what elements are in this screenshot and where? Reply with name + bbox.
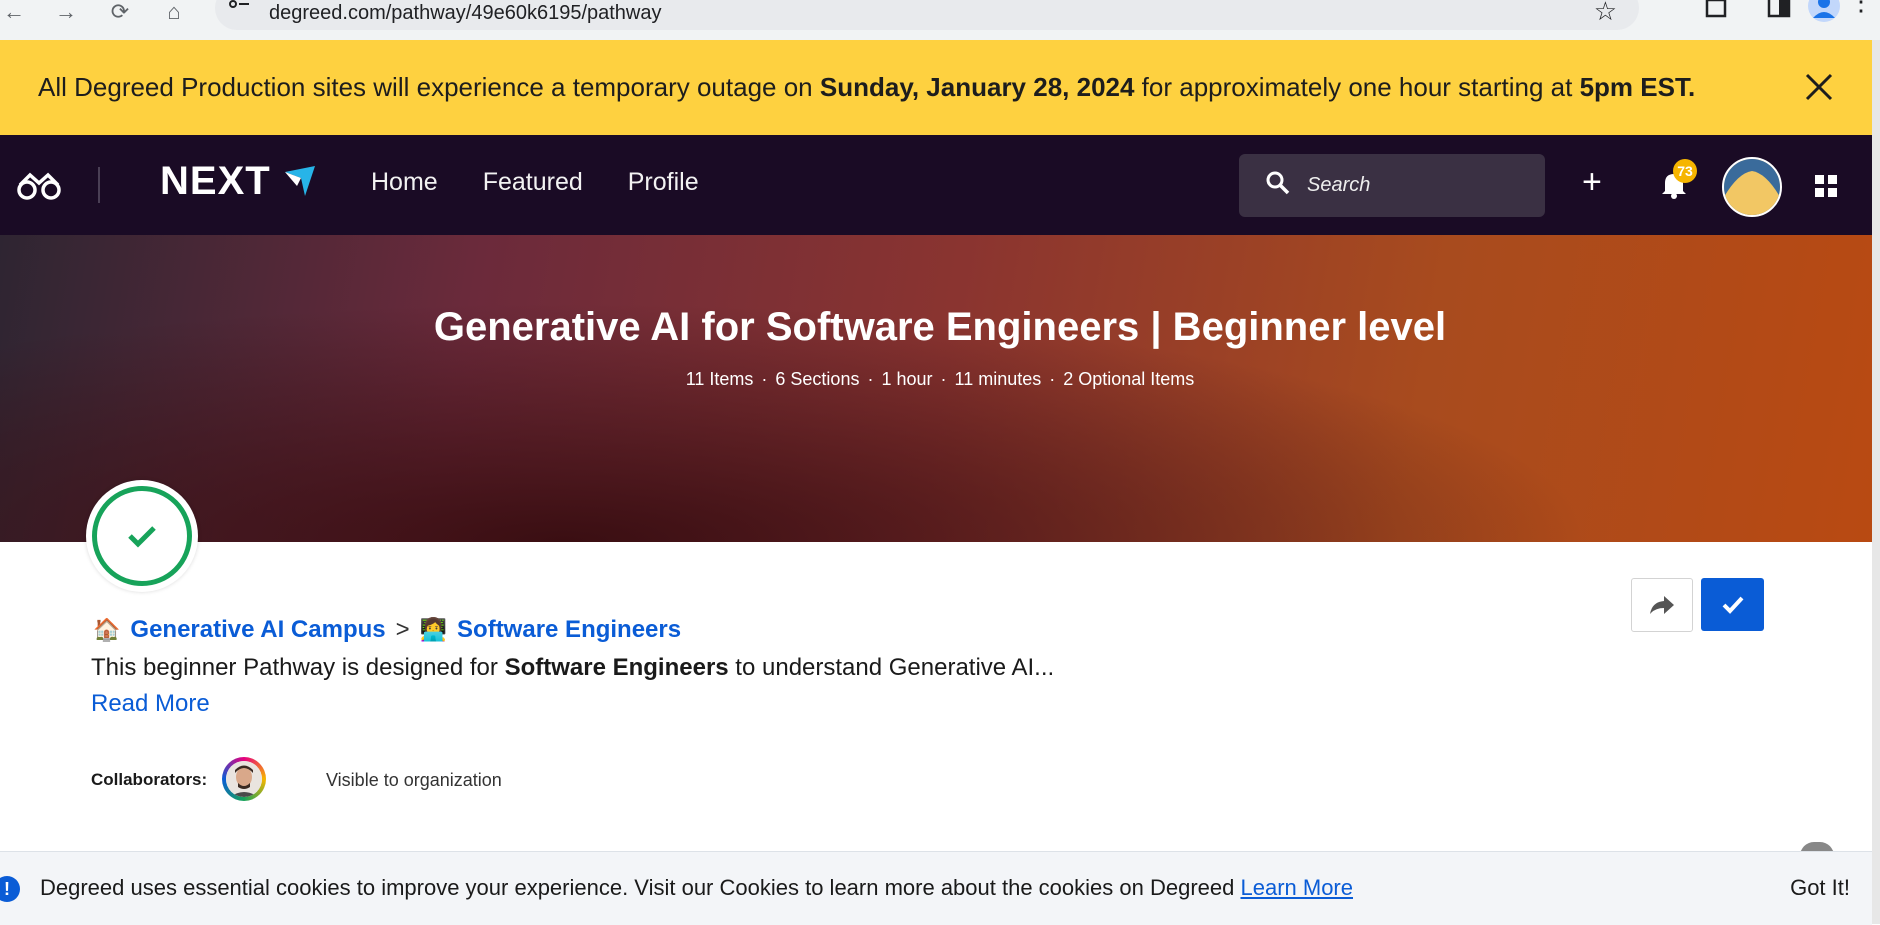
pathway-description: This beginner Pathway is designed for So… (91, 654, 1054, 682)
meta-hours: 1 hour (881, 369, 933, 389)
back-icon[interactable]: ← (0, 0, 34, 32)
visibility-status: Visible to organization (326, 770, 502, 790)
user-avatar[interactable] (1722, 157, 1782, 217)
read-more-link[interactable]: Read More (91, 690, 210, 718)
meta-sections: 6 Sections (775, 369, 860, 389)
bookmark-star-icon[interactable]: ☆ (1594, 0, 1617, 27)
chrome-menu-icon[interactable]: ⋮ (1848, 0, 1874, 17)
nav-featured[interactable]: Featured (483, 168, 583, 197)
cookie-message: Degreed uses essential cookies to improv… (40, 875, 1353, 901)
maintenance-banner: All Degreed Production sites will experi… (0, 40, 1872, 135)
home-icon[interactable]: ⌂ (154, 0, 194, 32)
meta-minutes: 11 minutes (954, 369, 1042, 389)
page-title: Generative AI for Software Engineers | B… (433, 305, 1447, 349)
description-bold: Software Engineers (504, 654, 729, 681)
collaborator-photo (226, 761, 262, 797)
meta-items: 11 Items (685, 369, 754, 389)
nav-home[interactable]: Home (371, 168, 438, 197)
description-text: This beginner Pathway is designed for (91, 654, 505, 681)
site-info-icon[interactable] (227, 0, 251, 19)
profile-icon[interactable] (1808, 0, 1840, 27)
add-icon[interactable]: + (1582, 163, 1602, 202)
cookie-learn-more-link[interactable]: Learn More (1240, 875, 1353, 900)
breadcrumb-engineers-link[interactable]: Software Engineers (457, 616, 681, 644)
checkmark-icon (128, 526, 156, 548)
banner-message: All Degreed Production sites will experi… (38, 72, 1695, 103)
page-scrollbar[interactable] (1872, 40, 1880, 924)
description-text: to understand Generative AI... (728, 654, 1055, 681)
search-placeholder: Search (1307, 174, 1371, 196)
brand-divider (98, 167, 100, 203)
notification-count-badge: 73 (1673, 159, 1697, 183)
technologist-icon: 👩‍💻 (419, 617, 448, 642)
breadcrumb: 🏠 Generative AI Campus > 👩‍💻 Software En… (93, 616, 681, 644)
pathway-hero: Generative AI for Software Engineers | B… (0, 235, 1880, 542)
meta-separator: · (940, 369, 947, 389)
nav-profile[interactable]: Profile (628, 168, 699, 197)
collaborator-avatar[interactable] (222, 757, 266, 801)
cookie-banner: ! Degreed uses essential cookies to impr… (0, 851, 1872, 925)
pathway-meta: 11 Items · 6 Sections · 1 hour · 11 minutes · 2 … (0, 369, 1880, 390)
brand-name: NEXT (160, 159, 271, 203)
meta-separator: · (1049, 369, 1056, 389)
banner-date: Sunday, January 28, 2024 (819, 72, 1135, 102)
house-icon: 🏠 (93, 617, 121, 642)
share-icon (1650, 596, 1674, 614)
main-nav: Home Featured Profile (371, 168, 699, 197)
browser-toolbar: ← → ⟳ ⌂ degreed.com/pathway/49e60k6195/p… (0, 0, 1880, 40)
banner-time: 5pm EST. (1579, 72, 1696, 102)
got-it-button[interactable]: Got It! (1790, 875, 1850, 901)
extensions-icon[interactable] (1704, 0, 1730, 25)
meta-separator: · (867, 369, 874, 389)
share-button[interactable] (1631, 578, 1693, 632)
search-icon (1265, 170, 1291, 201)
banner-text-part: for approximately one hour starting at (1134, 72, 1580, 102)
info-icon: ! (0, 876, 20, 902)
cookie-text: Degreed uses essential cookies to improv… (40, 875, 1241, 900)
completion-ring (92, 486, 192, 586)
reload-icon[interactable]: ⟳ (100, 0, 140, 32)
breadcrumb-separator: > (395, 616, 410, 643)
top-navigation: NEXT Home Featured Profile Search + 73 (0, 135, 1872, 235)
brand-wing-icon (284, 166, 315, 196)
sidepanel-icon[interactable] (1766, 0, 1792, 25)
forward-icon[interactable]: → (46, 0, 86, 32)
degreed-glasses-icon[interactable] (16, 171, 62, 206)
close-icon[interactable] (1802, 70, 1836, 104)
banner-text-part: All Degreed Production sites will experi… (38, 72, 820, 102)
mark-complete-button[interactable] (1701, 578, 1764, 631)
completion-status (86, 480, 198, 592)
url-text[interactable]: degreed.com/pathway/49e60k6195/pathway (269, 2, 662, 25)
app-grid-icon[interactable] (1815, 175, 1837, 202)
address-bar[interactable]: degreed.com/pathway/49e60k6195/pathway ☆ (215, 0, 1639, 30)
breadcrumb-campus-link[interactable]: Generative AI Campus (130, 616, 385, 644)
check-icon (1722, 596, 1743, 614)
meta-separator: · (761, 369, 768, 389)
collaborators-label: Collaborators: (91, 770, 208, 789)
search-input[interactable]: Search (1239, 154, 1545, 217)
meta-optional: 2 Optional Items (1063, 369, 1195, 389)
brand-logo[interactable]: NEXT (160, 159, 317, 204)
